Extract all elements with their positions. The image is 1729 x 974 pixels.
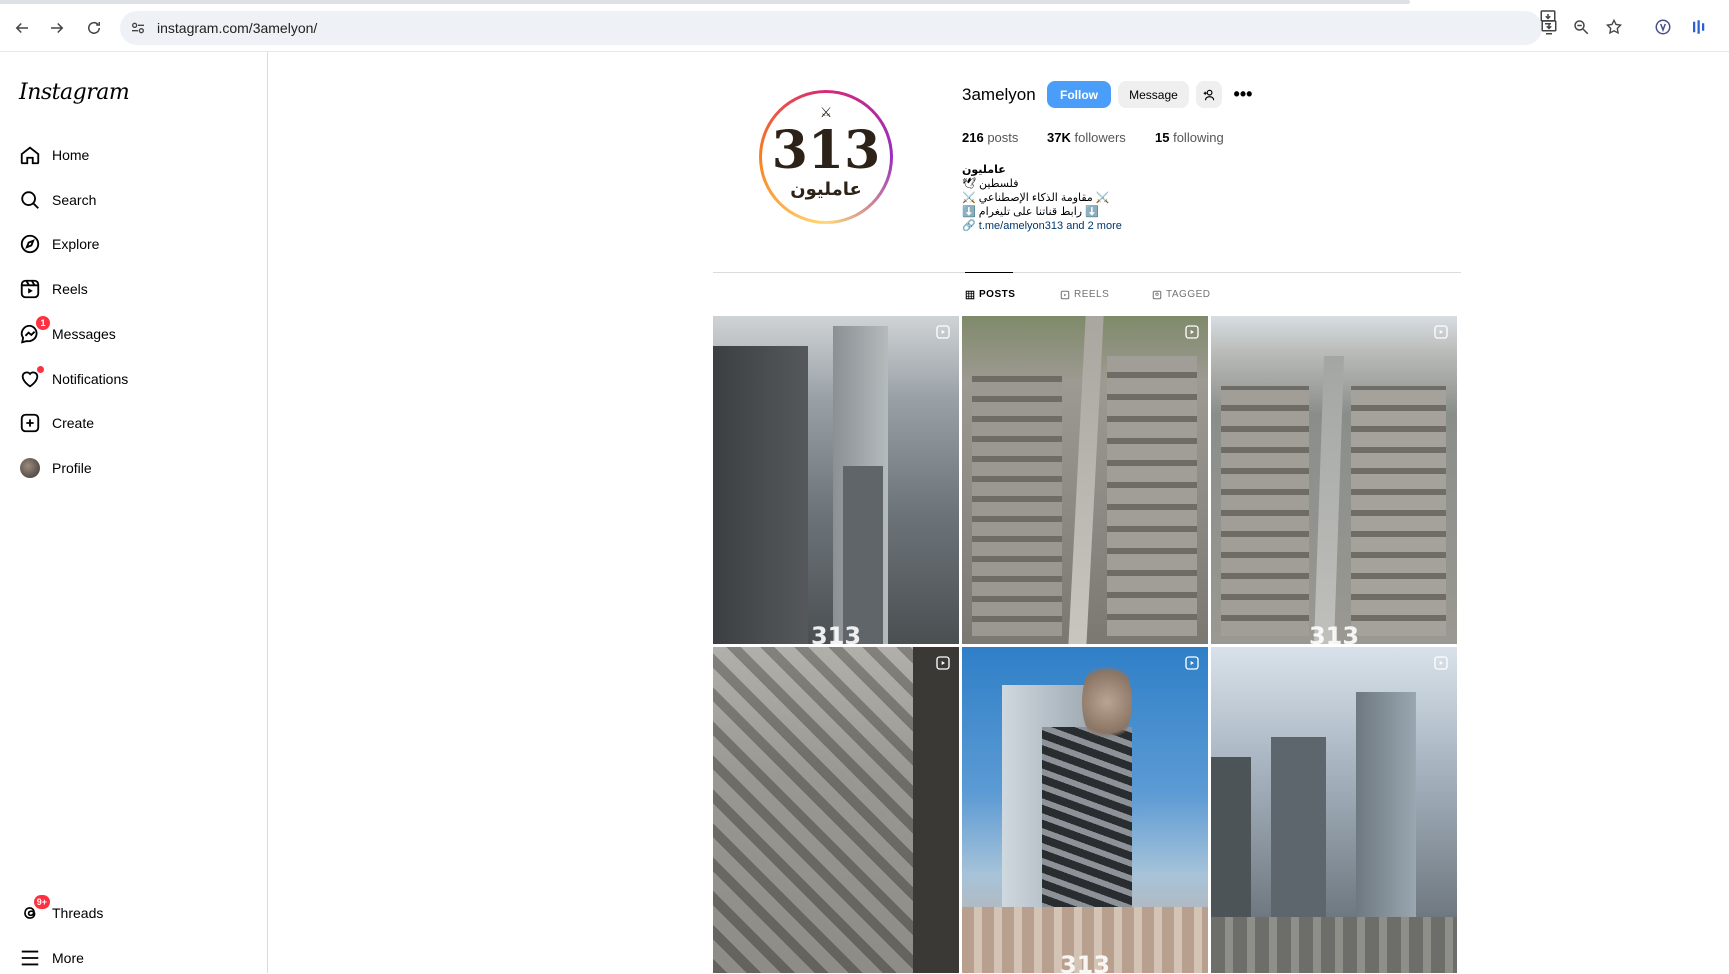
notification-dot bbox=[37, 366, 44, 373]
posts-stat: 216 posts bbox=[962, 130, 1019, 145]
threads-icon: 9+ bbox=[18, 895, 50, 925]
sidebar-item-reels[interactable]: Reels bbox=[18, 273, 88, 305]
bio-line: ⬇️ رابط قناتنا على تليغرام ⬇️ bbox=[962, 206, 1099, 218]
post-thumbnail[interactable] bbox=[962, 316, 1208, 644]
reload-button[interactable] bbox=[82, 16, 106, 40]
sidebar-item-home[interactable]: Home bbox=[18, 139, 89, 171]
post-thumbnail[interactable]: 313 bbox=[962, 647, 1208, 973]
extension-bars-icon[interactable] bbox=[1688, 16, 1710, 38]
watermark-313: 313 bbox=[1059, 951, 1111, 973]
extension-shield-icon[interactable] bbox=[1652, 16, 1674, 38]
heart-icon bbox=[18, 366, 44, 391]
tab-reels[interactable]: REELS bbox=[1060, 289, 1109, 300]
sidebar-item-messages[interactable]: 1 Messages bbox=[18, 316, 116, 350]
sidebar-item-label: Notifications bbox=[52, 371, 129, 387]
tagged-icon bbox=[1152, 290, 1162, 299]
url-text[interactable]: instagram.com/3amelyon/ bbox=[157, 20, 317, 36]
tab-posts[interactable]: POSTS bbox=[965, 289, 1015, 300]
avatar-arabic-text: عامليون bbox=[790, 178, 862, 199]
watermark-313: 313 bbox=[810, 622, 862, 644]
reload-icon bbox=[88, 21, 100, 34]
browser-toolbar: instagram.com/3amelyon/ bbox=[0, 0, 1729, 52]
search-icon bbox=[18, 188, 42, 212]
compass-icon bbox=[18, 232, 42, 256]
reel-indicator-icon bbox=[1185, 325, 1199, 339]
forward-arrow-icon bbox=[51, 22, 64, 34]
sidebar-nav: Instagram Home Search Explore Reels 1 Me… bbox=[0, 52, 268, 973]
active-tab-indicator bbox=[965, 272, 1013, 273]
site-settings-icon[interactable] bbox=[128, 18, 148, 38]
followers-stat[interactable]: 37K followers bbox=[1047, 130, 1126, 145]
reel-indicator-icon bbox=[1185, 656, 1199, 670]
address-bar[interactable]: instagram.com/3amelyon/ bbox=[120, 10, 1556, 45]
forward-button[interactable] bbox=[45, 16, 69, 40]
grid-icon bbox=[965, 290, 975, 299]
install-icon[interactable] bbox=[1538, 16, 1560, 38]
bio-name: عامليون bbox=[962, 164, 1006, 176]
sidebar-item-label: Create bbox=[52, 415, 95, 431]
messenger-icon: 1 bbox=[18, 316, 50, 346]
suggested-users-button[interactable] bbox=[1196, 81, 1222, 108]
zoom-icon[interactable] bbox=[1570, 16, 1592, 38]
sidebar-item-threads[interactable]: 9+ Threads bbox=[18, 895, 104, 929]
reels-icon bbox=[18, 277, 42, 301]
back-arrow-icon bbox=[15, 22, 28, 34]
bio-line: ⚔️ مقاومة الذكاء الإصطناعي ⚔️ bbox=[962, 192, 1110, 204]
bookmark-star-icon[interactable] bbox=[1603, 16, 1625, 38]
add-user-icon bbox=[1203, 89, 1215, 100]
sidebar-item-search[interactable]: Search bbox=[18, 184, 96, 216]
link-icon: 🔗 bbox=[962, 220, 976, 232]
reel-indicator-icon bbox=[1434, 325, 1448, 339]
profile-avatar-icon bbox=[18, 456, 42, 480]
bio-link[interactable]: t.me/amelyon313 and 2 more bbox=[979, 220, 1122, 232]
message-button[interactable]: Message bbox=[1118, 81, 1189, 108]
post-thumbnail[interactable] bbox=[1211, 647, 1457, 973]
sidebar-item-profile[interactable]: Profile bbox=[18, 452, 92, 484]
reel-indicator-icon bbox=[936, 325, 950, 339]
loading-bar bbox=[0, 0, 1410, 4]
reel-indicator-icon bbox=[936, 656, 950, 670]
back-button[interactable] bbox=[10, 16, 34, 40]
follow-button[interactable]: Follow bbox=[1047, 81, 1111, 108]
bio-line: 🕊 فلسطين bbox=[962, 178, 1019, 190]
sidebar-item-label: Explore bbox=[52, 236, 100, 252]
sidebar-item-label: Messages bbox=[52, 326, 116, 342]
home-icon bbox=[18, 143, 42, 167]
options-button[interactable]: ••• bbox=[1230, 81, 1256, 108]
sidebar-item-label: Search bbox=[52, 192, 97, 208]
sidebar-item-label: Home bbox=[52, 147, 90, 163]
sidebar-item-explore[interactable]: Explore bbox=[18, 228, 99, 260]
avatar-number: 313 bbox=[771, 119, 881, 181]
sidebar-item-more[interactable]: More bbox=[18, 942, 84, 974]
profile-username: 3amelyon bbox=[962, 85, 1036, 104]
crossed-rifles-icon: ⚔ bbox=[819, 104, 833, 120]
messages-badge: 1 bbox=[36, 316, 50, 330]
tab-tagged[interactable]: TAGGED bbox=[1152, 289, 1210, 300]
reels-icon bbox=[1060, 290, 1070, 299]
plus-square-icon bbox=[18, 411, 42, 435]
post-thumbnail[interactable]: 313 bbox=[713, 316, 959, 644]
sidebar-item-label: More bbox=[52, 950, 84, 966]
sidebar-item-create[interactable]: Create bbox=[18, 407, 94, 439]
post-thumbnail[interactable] bbox=[713, 647, 959, 973]
tabs-divider bbox=[713, 272, 1461, 273]
watermark-313: 313 bbox=[1308, 622, 1360, 644]
hamburger-menu-icon bbox=[18, 946, 42, 970]
following-stat[interactable]: 15 following bbox=[1155, 130, 1224, 145]
reel-indicator-icon bbox=[1434, 656, 1448, 670]
sidebar-item-label: Reels bbox=[52, 281, 88, 297]
sidebar-item-label: Threads bbox=[52, 905, 104, 921]
post-thumbnail[interactable]: 313 bbox=[1211, 316, 1457, 644]
sidebar-item-label: Profile bbox=[52, 460, 92, 476]
instagram-logo[interactable]: Instagram bbox=[19, 80, 130, 105]
ellipsis-icon: ••• bbox=[1233, 84, 1253, 104]
profile-avatar[interactable]: ⚔ 313 عامليون bbox=[759, 90, 893, 224]
profile-bio: عامليون 🕊 فلسطين ⚔️ مقاومة الذكاء الإصطن… bbox=[962, 163, 1222, 233]
threads-badge: 9+ bbox=[33, 895, 50, 909]
sidebar-item-notifications[interactable]: Notifications bbox=[18, 363, 128, 395]
